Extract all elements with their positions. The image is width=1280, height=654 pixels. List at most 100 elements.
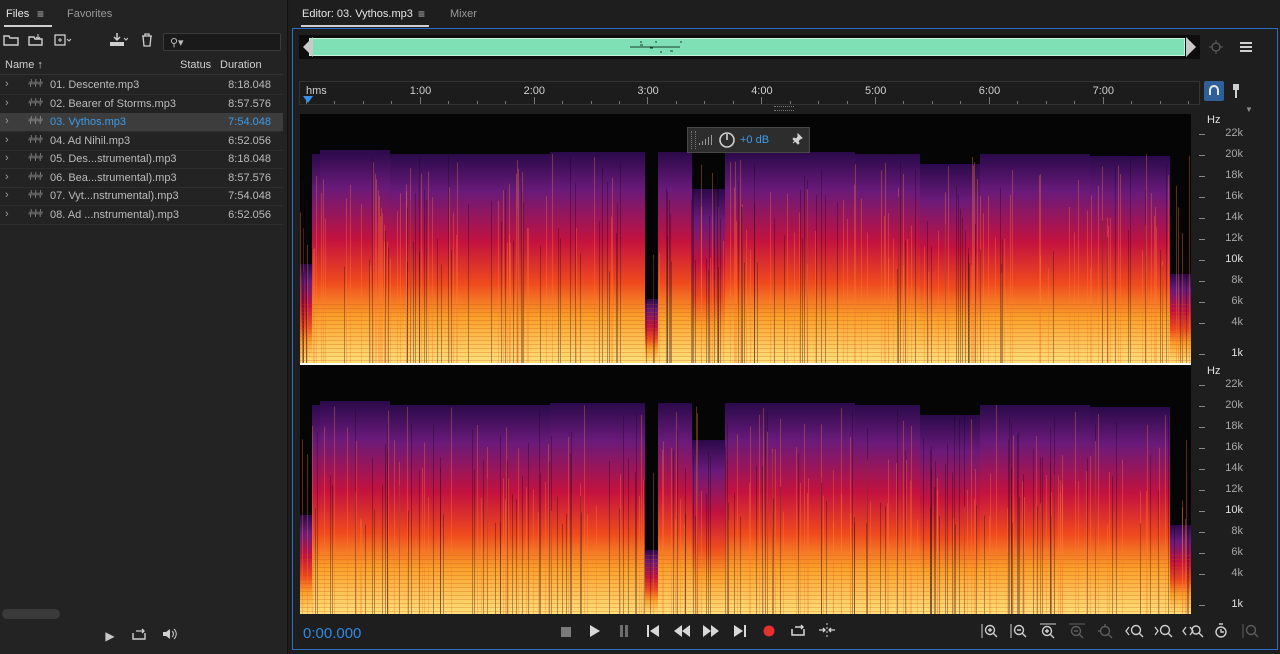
insert-into-multitrack-icon[interactable] [108,32,129,52]
expand-chevron-icon[interactable]: › [5,208,9,220]
hz-tick-mark [1199,155,1205,156]
zoom-navigator-icon[interactable] [1208,39,1224,58]
preview-loop-icon[interactable] [129,626,149,646]
file-duration: 8:18.048 [228,153,271,165]
ruler-tick-mark [931,101,933,104]
expand-chevron-icon[interactable]: › [5,189,9,201]
hz-tick-label: 20k [1225,399,1243,411]
zoom-in-time-icon[interactable] [1037,623,1059,643]
overview-right-handle[interactable] [1184,35,1200,59]
expand-chevron-icon[interactable]: › [5,115,9,127]
file-row[interactable]: › ⫩⫩⫩ 08. Ad ...nstrumental).mp3 6:52.056 [0,206,283,225]
expand-chevron-icon[interactable]: › [5,152,9,164]
zoom-out-full-icon[interactable] [1182,623,1204,643]
file-row[interactable]: › ⫩⫩⫩ 03. Vythos.mp3 7:54.048 [0,113,283,132]
zoom-in-left-icon[interactable] [1124,623,1146,643]
open-folder-icon[interactable] [1,32,21,52]
hz-tick-label: 12k [1225,483,1243,495]
new-file-icon[interactable] [53,32,73,52]
delete-icon[interactable] [137,32,157,52]
zoom-full-icon[interactable] [1095,623,1117,643]
go-to-start-icon[interactable] [642,623,664,643]
audio-file-icon: ⫩⫩⫩ [28,208,43,220]
column-name[interactable]: Name ↑ [5,59,43,71]
ruler-drag-grip[interactable] [774,106,794,111]
column-status[interactable]: Status [180,59,211,71]
column-duration[interactable]: Duration [220,59,262,71]
overview-left-handle[interactable] [299,35,315,59]
expand-chevron-icon[interactable]: › [5,171,9,183]
autoplay-volume-icon[interactable] [160,626,180,646]
ruler-tick-mark [1074,101,1076,104]
ruler-tick-mark [334,101,336,104]
zoom-controls [979,623,1269,643]
frequency-scale-right[interactable]: Hz 22k 20k 18k 16k 14k 12k 10k 8k 6k 4k 1k [1199,365,1271,614]
file-row[interactable]: › ⫩⫩⫩ 04. Ad Nihil.mp3 6:52.056 [0,132,283,151]
panel-options-icon[interactable] [1239,41,1253,58]
ruler-tick-mark [988,97,990,104]
play-icon[interactable] [584,623,606,643]
gain-hud[interactable]: +0 dB [687,127,810,153]
frequency-scale-left[interactable]: Hz 22k 20k 18k 16k 14k 12k 10k 8k 6k 4k 1k [1199,114,1271,363]
expand-chevron-icon[interactable]: › [5,78,9,90]
files-panel-menu-icon[interactable]: ≡ [37,7,44,21]
file-row[interactable]: › ⫩⫩⫩ 06. Bea...strumental).mp3 8:57.576 [0,169,283,188]
ruler-tick-mark [476,101,478,104]
pin-hud-icon[interactable] [791,132,803,148]
zoom-in-right-icon[interactable] [1153,623,1175,643]
search-input[interactable]: ⚲▾ [163,33,281,51]
hz-tick-mark [1199,354,1205,355]
zoom-in-amplitude-icon[interactable] [979,623,1001,643]
file-duration: 6:52.056 [228,208,271,221]
skip-selection-icon[interactable] [816,623,838,643]
file-row[interactable]: › ⫩⫩⫩ 05. Des...strumental).mp3 8:18.048 [0,150,283,169]
fast-forward-icon[interactable] [700,623,722,643]
gain-value[interactable]: +0 dB [740,134,769,146]
horizontal-scrollbar[interactable] [2,609,60,619]
pause-icon[interactable] [613,623,635,643]
scroll-down-arrow-icon[interactable]: ▼ [1245,105,1253,114]
playhead-marker[interactable] [303,96,313,103]
file-row[interactable]: › ⫩⫩⫩ 02. Bearer of Storms.mp3 8:57.576 [0,95,283,114]
stop-icon[interactable] [555,623,577,643]
hz-tick-label: 6k [1231,546,1243,558]
overview-waveform[interactable] [299,35,1200,59]
tab-editor[interactable]: Editor: 03. Vythos.mp3 [302,8,413,20]
go-to-end-icon[interactable] [729,623,751,643]
ruler-tick-mark [903,101,905,104]
pin-marker-icon[interactable] [1231,83,1241,102]
tab-mixer[interactable]: Mixer [450,8,477,20]
editor-menu-icon[interactable]: ≡ [418,7,425,21]
preview-play-icon[interactable]: ▶ [100,626,120,646]
file-list-header: Name ↑ Status Duration [0,57,283,75]
hud-drag-grip[interactable] [691,131,696,149]
spectrogram-channel-right[interactable] [300,365,1191,614]
audio-file-icon: ⫩⫩⫩ [28,134,43,146]
hz-tick-label: 12k [1225,232,1243,244]
timeline-ruler[interactable]: hms 1:00 2:00 3:00 4:00 5:00 6:00 7:00 [299,81,1200,105]
hz-tick-mark [1199,469,1205,470]
hz-tick-label: 16k [1225,190,1243,202]
import-icon[interactable] [27,32,47,52]
expand-chevron-icon[interactable]: › [5,97,9,109]
zoom-selection-icon[interactable] [1211,623,1233,643]
editor-tab-underline [301,25,429,27]
gain-knob-icon[interactable] [718,131,736,152]
expand-chevron-icon[interactable]: › [5,134,9,146]
zoom-out-amplitude-icon[interactable] [1008,623,1030,643]
tab-favorites[interactable]: Favorites [67,8,112,20]
zoom-reset-icon[interactable] [1240,623,1262,643]
rewind-icon[interactable] [671,623,693,643]
snap-toggle-icon[interactable] [1204,81,1224,101]
loop-icon[interactable] [787,623,809,643]
ruler-tick-mark [846,101,848,104]
hz-tick-label: 1k [1231,347,1243,359]
ruler-tick-mark [1017,101,1019,104]
file-row[interactable]: › ⫩⫩⫩ 07. Vyt...nstrumental).mp3 7:54.048 [0,187,283,206]
hz-tick-mark [1199,218,1205,219]
current-time-display[interactable]: 0:00.000 [303,625,361,642]
tab-files[interactable]: Files [6,8,29,20]
zoom-out-time-icon[interactable] [1066,623,1088,643]
file-row[interactable]: › ⫩⫩⫩ 01. Descente.mp3 8:18.048 [0,76,283,95]
record-icon[interactable] [758,623,780,643]
